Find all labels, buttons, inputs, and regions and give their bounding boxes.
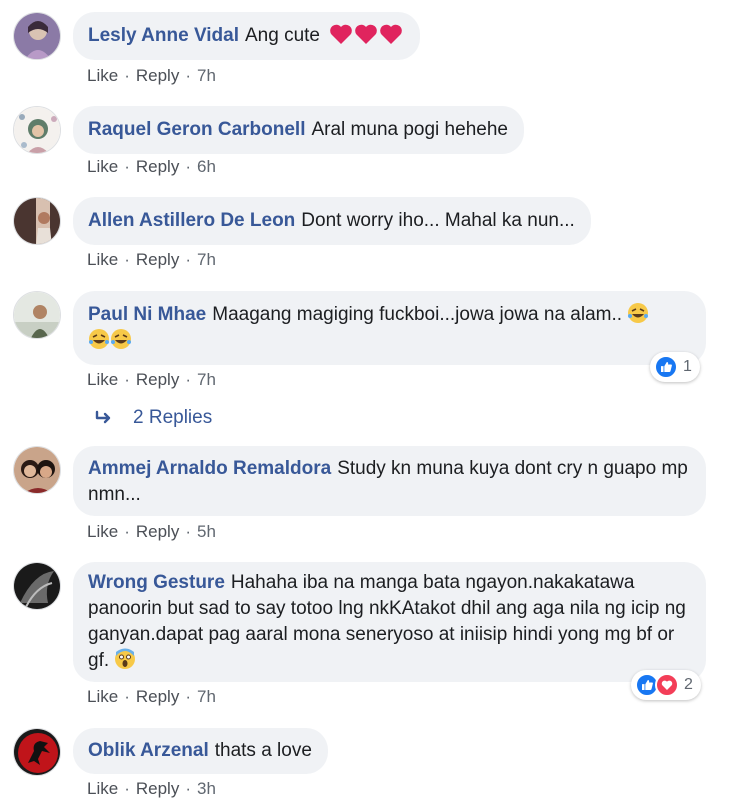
reply-link[interactable]: Reply bbox=[136, 250, 179, 269]
comment-text: thats a love bbox=[214, 740, 312, 761]
reply-link[interactable]: Reply bbox=[136, 157, 179, 176]
comment-author[interactable]: Ammej Arnaldo Remaldora bbox=[88, 458, 331, 479]
comment-text: Aral muna pogi hehehe bbox=[311, 119, 508, 140]
comment-timestamp[interactable]: 6h bbox=[197, 157, 216, 176]
comment-bubble: Paul Ni Mhae Maagang magiging fuckboi...j… bbox=[73, 291, 706, 365]
like-link[interactable]: Like bbox=[87, 370, 118, 389]
avatar[interactable] bbox=[13, 291, 61, 339]
like-link[interactable]: Like bbox=[87, 250, 118, 269]
reply-link[interactable]: Reply bbox=[136, 522, 179, 541]
like-link[interactable]: Like bbox=[87, 779, 118, 798]
like-link[interactable]: Like bbox=[87, 522, 118, 541]
comment-bubble: Oblik Arzenal thats a love bbox=[73, 728, 328, 774]
comment-actions: Like · Reply · 7h bbox=[87, 250, 216, 269]
screaming-emoji-icon bbox=[115, 648, 136, 669]
comment-text: Dont worry iho... Mahal ka nun... bbox=[301, 210, 575, 231]
view-replies-link[interactable]: 2 Replies bbox=[95, 407, 212, 429]
comment-author[interactable]: Allen Astillero De Leon bbox=[88, 210, 295, 231]
rolling-laughing-emoji-icon bbox=[111, 329, 131, 349]
comment-bubble: Wrong Gesture Hahaha iba na manga bata ng… bbox=[73, 562, 706, 682]
comment-timestamp[interactable]: 7h bbox=[197, 687, 216, 706]
replies-count-label: 2 Replies bbox=[133, 407, 213, 428]
comment-bubble: Allen Astillero De Leon Dont worry iho...… bbox=[73, 197, 591, 245]
rolling-laughing-emoji-icon bbox=[628, 303, 649, 323]
comment-author[interactable]: Wrong Gesture bbox=[88, 572, 225, 593]
rolling-laughing-emoji-icon bbox=[89, 329, 109, 349]
comment-timestamp[interactable]: 3h bbox=[197, 779, 216, 798]
like-reaction-icon bbox=[654, 355, 678, 379]
comment-timestamp[interactable]: 5h bbox=[197, 522, 216, 541]
comment-author[interactable]: Oblik Arzenal bbox=[88, 740, 209, 761]
comment-timestamp[interactable]: 7h bbox=[197, 66, 216, 85]
like-link[interactable]: Like bbox=[87, 66, 118, 85]
reaction-summary[interactable]: 2 bbox=[631, 670, 701, 700]
heart-emoji-icon bbox=[380, 24, 403, 44]
heart-emoji-icon bbox=[355, 24, 378, 44]
heart-emoji-icon bbox=[330, 24, 353, 44]
comment-actions: Like · Reply · 6h bbox=[87, 157, 216, 176]
love-reaction-icon bbox=[655, 673, 679, 697]
avatar[interactable] bbox=[13, 446, 61, 494]
comment-timestamp[interactable]: 7h bbox=[197, 250, 216, 269]
comment-actions: Like · Reply · 5h bbox=[87, 522, 216, 541]
avatar[interactable] bbox=[13, 728, 61, 776]
comment-actions: Like · Reply · 7h bbox=[87, 370, 216, 389]
reply-link[interactable]: Reply bbox=[136, 66, 179, 85]
comment-bubble: Raquel Geron Carbonell Aral muna pogi heh… bbox=[73, 106, 524, 154]
comment-actions: Like · Reply · 3h bbox=[87, 779, 216, 798]
comment-bubble: Lesly Anne Vidal Ang cute bbox=[73, 12, 421, 60]
comment-actions: Like · Reply · 7h bbox=[87, 687, 216, 706]
like-link[interactable]: Like bbox=[87, 157, 118, 176]
reply-link[interactable]: Reply bbox=[136, 687, 179, 706]
comment-text: Ang cute bbox=[245, 25, 320, 46]
reaction-count: 1 bbox=[683, 358, 692, 375]
avatar[interactable] bbox=[13, 12, 61, 60]
reaction-summary[interactable]: 1 bbox=[650, 352, 700, 382]
comment-author[interactable]: Lesly Anne Vidal bbox=[88, 25, 239, 46]
comment-text: Maagang magiging fuckboi...jowa jowa na … bbox=[212, 304, 623, 325]
avatar[interactable] bbox=[13, 562, 61, 610]
reply-link[interactable]: Reply bbox=[136, 779, 179, 798]
comment-timestamp[interactable]: 7h bbox=[197, 370, 216, 389]
reaction-count: 2 bbox=[684, 676, 693, 693]
reply-arrow-icon bbox=[95, 410, 111, 424]
comment-author[interactable]: Paul Ni Mhae bbox=[88, 304, 206, 325]
comment-actions: Like · Reply · 7h bbox=[87, 66, 216, 85]
avatar[interactable] bbox=[13, 197, 61, 245]
comment-bubble: Ammej Arnaldo Remaldora Study kn muna kuy… bbox=[73, 446, 706, 516]
comment-author[interactable]: Raquel Geron Carbonell bbox=[88, 119, 305, 140]
like-link[interactable]: Like bbox=[87, 687, 118, 706]
avatar[interactable] bbox=[13, 106, 61, 154]
reply-link[interactable]: Reply bbox=[136, 370, 179, 389]
